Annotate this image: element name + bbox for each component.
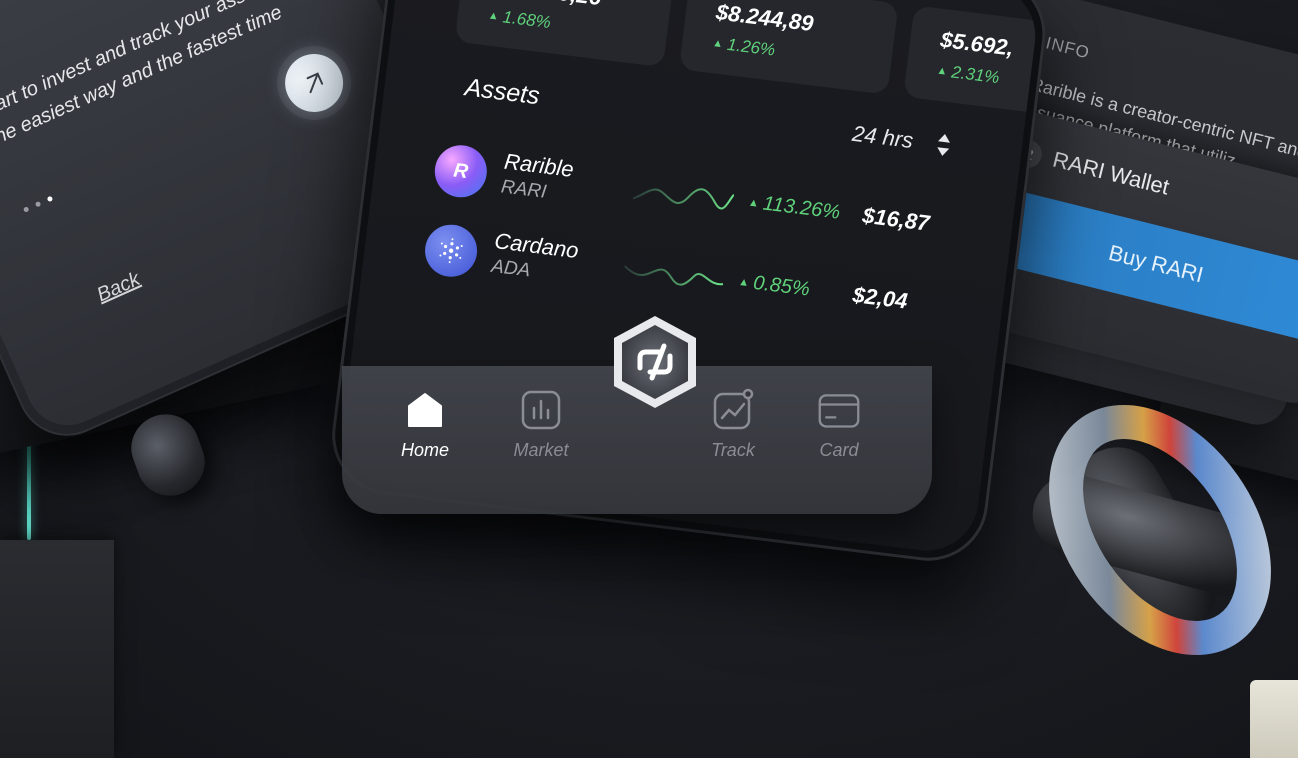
coin-price: $16,87: [860, 202, 931, 236]
buy-rari-button[interactable]: Buy RARI: [976, 184, 1298, 344]
swap-action-button[interactable]: [608, 312, 702, 412]
rarible-coin-icon: R: [431, 142, 490, 201]
cardano-coin-icon: [422, 221, 481, 280]
price-change: ▲ 2.31%: [935, 62, 1001, 88]
page-dot: [22, 206, 30, 213]
decorative-glass-sculpture: [1032, 404, 1271, 656]
wallet-title: RARI Wallet: [1050, 146, 1172, 200]
page-dot: [34, 200, 42, 208]
page-indicator: [22, 195, 54, 213]
sparkline-chart: [623, 265, 724, 286]
price-card[interactable]: $5.692, ▲ 2.31%: [903, 5, 1042, 123]
price-change: ▲ 1.68%: [487, 7, 552, 33]
period-selector[interactable]: 24 hrs: [851, 121, 915, 154]
nav-label: Track: [711, 440, 755, 460]
price-value: $8.244,89: [714, 0, 815, 37]
coin-change: ▲ 113.26%: [747, 192, 842, 224]
nav-label: Home: [400, 440, 449, 460]
up-arrow-icon: ▲: [747, 196, 760, 210]
nav-label: Market: [513, 440, 569, 460]
nav-card[interactable]: Card: [794, 388, 884, 461]
nav-label: Card: [819, 440, 859, 460]
swap-hexagon-icon: [614, 316, 696, 408]
intro-text: Start to invest and track your assets in…: [0, 0, 293, 151]
cardano-logo-icon: [439, 238, 463, 264]
sparkline-chart: [632, 188, 735, 210]
nav-home[interactable]: Home: [380, 388, 470, 461]
price-value: $5.692,: [938, 26, 1015, 61]
up-arrow-icon: ▲: [935, 64, 949, 78]
up-arrow-icon: ▲: [711, 37, 724, 51]
assets-title: Assets: [463, 73, 542, 111]
up-arrow-icon: ▲: [487, 9, 500, 23]
coin-symbol: RARI: [499, 176, 548, 203]
sort-toggle-icon[interactable]: [935, 131, 952, 159]
card-icon: [817, 388, 861, 432]
page-dot-active: [46, 195, 54, 203]
track-chart-icon: [711, 388, 755, 432]
decorative-block-right: [1250, 680, 1298, 758]
price-card[interactable]: $8.244,89 ▲ 1.26%: [678, 0, 899, 95]
price-change: ▲ 1.26%: [711, 34, 777, 60]
coin-symbol: ADA: [490, 255, 532, 282]
info-label: INFO: [1043, 33, 1092, 63]
next-button[interactable]: [275, 44, 353, 122]
arrow-right-icon: [306, 72, 324, 94]
coin-price: $2,04: [851, 282, 909, 314]
up-arrow-icon: ▲: [737, 276, 750, 290]
coin-change: ▲ 0.85%: [737, 271, 811, 301]
nav-market[interactable]: Market: [496, 388, 586, 461]
back-link[interactable]: Back: [94, 268, 144, 307]
market-chart-icon: [519, 388, 563, 432]
price-card[interactable]: $15.950,26 ▲1.68%: [454, 0, 675, 68]
decorative-block-left: [0, 540, 114, 758]
home-icon: [403, 388, 447, 432]
